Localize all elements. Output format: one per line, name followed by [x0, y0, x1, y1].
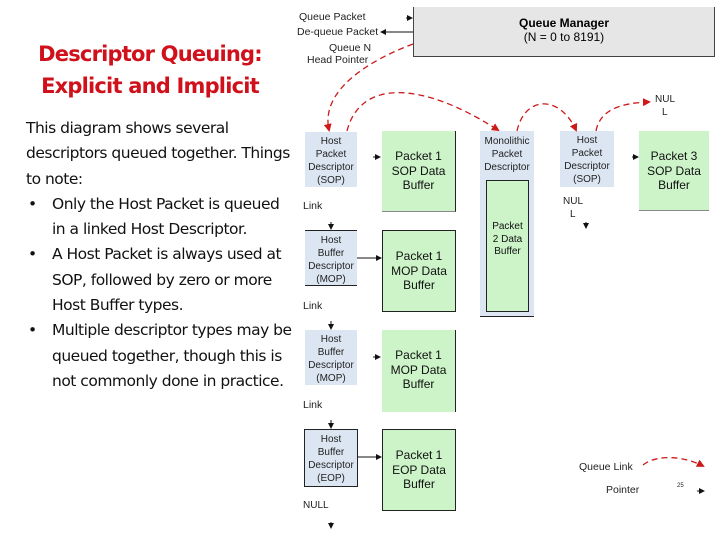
link-label: Link: [303, 399, 323, 411]
descriptor-line: Descriptor: [308, 360, 354, 371]
packet2-data-buffer: Packet 2 Data Buffer: [486, 180, 529, 312]
packet3-sop-buffer: Packet 3 SOP Data Buffer: [639, 131, 709, 211]
buffer-line: Packet 1: [395, 249, 443, 263]
null-label-top-line1: NUL: [655, 94, 676, 105]
descriptor-line: Host: [320, 434, 342, 445]
descriptor-line: Host: [320, 235, 342, 246]
buffer-line: Buffer: [402, 178, 435, 192]
queue-manager-title: Queue Manager: [518, 16, 610, 30]
host-buffer-descriptor-eop: Host Buffer Descriptor (EOP): [304, 429, 358, 487]
descriptor-line: Descriptor: [308, 460, 354, 471]
queue-link-monolithic-to-host: [516, 103, 578, 132]
buffer-line: Buffer: [403, 477, 435, 491]
buffer-line: MOP Data: [390, 362, 447, 377]
buffer-line: Packet 1: [395, 348, 442, 362]
packet1-mop-buffer-2: Packet 1 MOP Data Buffer: [382, 330, 456, 412]
descriptor-line: Packet: [491, 149, 523, 160]
legend-pointer-label: Pointer: [606, 484, 640, 496]
queue-diagram: Queue Manager (N = 0 to 8191) Queue Pack…: [0, 0, 720, 540]
null-label-top: NUL L: [655, 93, 675, 119]
descriptor-line: Descriptor: [308, 162, 354, 173]
descriptor-line: Descriptor: [484, 162, 530, 173]
buffer-line: SOP Data: [647, 163, 701, 178]
descriptor-line: (MOP): [316, 274, 346, 285]
null-label-top-line2: L: [662, 107, 668, 118]
descriptor-line: (EOP): [317, 473, 345, 484]
null-label-bottom: NULL: [303, 500, 329, 511]
descriptor-line: Descriptor: [564, 161, 610, 172]
descriptor-line: Buffer: [317, 248, 345, 259]
descriptor-line: Host: [320, 136, 342, 147]
descriptor-line: Host: [576, 135, 598, 146]
link-label: Link: [303, 300, 323, 312]
queue-link-host-to-monolithic: [346, 92, 500, 132]
head-pointer-label-2: Head Pointer: [307, 54, 369, 66]
buffer-line: EOP Data: [392, 462, 446, 477]
null-label-mid: NUL L: [563, 195, 583, 221]
buffer-line: Buffer: [403, 278, 435, 292]
packet1-mop-buffer-1: Packet 1 MOP Data Buffer: [382, 230, 456, 312]
connector-layer: [323, 15, 705, 529]
buffer-line: MOP Data: [391, 263, 447, 278]
queue-packet-label: Queue Packet: [299, 11, 366, 23]
buffer-line: Buffer: [402, 377, 435, 391]
host-packet-descriptor-sop: Host Packet Descriptor (SOP): [305, 132, 357, 187]
dequeue-packet-label: De-queue Packet: [297, 26, 379, 38]
descriptor-line: (SOP): [317, 175, 345, 186]
buffer-line: Buffer: [658, 178, 690, 192]
descriptor-line: Buffer: [317, 447, 345, 458]
buffer-line: 2 Data: [492, 233, 523, 245]
buffer-line: Packet: [492, 221, 523, 232]
descriptor-line: Monolithic: [484, 136, 530, 147]
buffer-line: Packet 1: [395, 448, 443, 462]
page-number: 25: [677, 483, 684, 489]
descriptor-line: Buffer: [317, 347, 345, 358]
descriptor-line: Host: [320, 334, 342, 345]
descriptor-line: Packet: [315, 149, 347, 160]
packet1-sop-buffer: Packet 1 SOP Data Buffer: [382, 131, 456, 212]
null-label-mid-line1: NUL: [563, 196, 584, 207]
queue-manager-box: Queue Manager (N = 0 to 8191): [413, 7, 715, 57]
packet1-eop-buffer: Packet 1 EOP Data Buffer: [382, 429, 456, 511]
descriptor-line: (MOP): [316, 373, 346, 384]
buffer-line: Packet 3: [650, 149, 698, 163]
null-label-mid-line2: L: [570, 209, 576, 220]
link-label: Link: [303, 200, 323, 212]
legend-queue-link-label: Queue Link: [579, 461, 633, 473]
host-buffer-descriptor-mop-1: Host Buffer Descriptor (MOP): [305, 230, 357, 286]
legend-queue-link-icon: [642, 457, 705, 467]
buffer-line: Buffer: [494, 246, 521, 257]
queue-link-host-to-null: [595, 98, 651, 132]
host-buffer-descriptor-mop-2: Host Buffer Descriptor (MOP): [305, 330, 357, 385]
host-packet-descriptor-sop-packet3: Host Packet Descriptor (SOP): [560, 131, 614, 187]
descriptor-line: (SOP): [573, 174, 601, 185]
buffer-line: SOP Data: [391, 163, 446, 178]
buffer-line: Packet 1: [395, 149, 442, 163]
queue-manager-range: (N = 0 to 8191): [523, 30, 605, 44]
descriptor-line: Descriptor: [308, 261, 354, 272]
descriptor-line: Packet: [571, 148, 603, 159]
